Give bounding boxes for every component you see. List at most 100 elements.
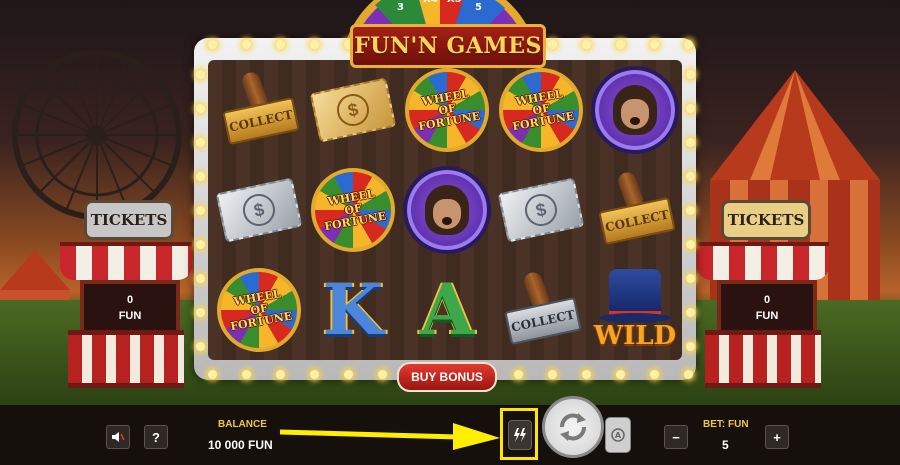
spin-button[interactable] [542, 396, 604, 458]
collect-label: COLLECT [504, 296, 582, 346]
turbo-button[interactable] [508, 420, 532, 450]
chimp-chip-icon [403, 166, 491, 254]
marquee-bulb [276, 40, 285, 49]
marquee-bulb [686, 70, 695, 79]
collect-label: COLLECT [222, 96, 300, 146]
silver-ticket-icon: $ [215, 177, 303, 243]
booth-roof [60, 242, 192, 280]
marquee-bulb [686, 308, 695, 317]
reel-cell [400, 160, 494, 260]
refresh-arrows-icon [560, 413, 586, 441]
marquee-bulb [548, 370, 557, 379]
wheel-of-fortune-label: WHEEL OF FORTUNE [511, 87, 575, 134]
ticket-count: 0 [126, 294, 134, 306]
marquee-bulb [276, 370, 285, 379]
marquee-bulb [208, 370, 217, 379]
bet-increase-button[interactable]: + [765, 425, 789, 449]
wheel-of-fortune-icon: WHEEL OF FORTUNE [499, 68, 583, 152]
dollar-sign: $ [522, 191, 560, 229]
reel-cell: WHEEL OF FORTUNE [212, 260, 306, 360]
marquee-bulb [242, 370, 251, 379]
reel-cell: WHEEL OF FORTUNE [306, 160, 400, 260]
letter-k-symbol: K [322, 268, 384, 351]
marquee-bulb [196, 274, 205, 283]
ticket-unit: FUN [118, 310, 142, 322]
chimp-chip-icon [591, 66, 679, 154]
collect-label: COLLECT [598, 196, 676, 246]
marquee-bulb [310, 370, 319, 379]
reel-cell: K [306, 260, 400, 360]
wheel-of-fortune-icon: WHEEL OF FORTUNE [217, 268, 301, 352]
wheel-label: 5 [475, 2, 482, 13]
marquee-bulb [514, 370, 523, 379]
marquee-bulb [242, 40, 251, 49]
speaker-muted-icon [112, 432, 125, 442]
gold-ticket-icon: $ [309, 77, 397, 143]
booth-window: 0 FUN [717, 280, 817, 336]
collect-stamp-icon: COLLECT [217, 68, 301, 152]
reel-cell: $ [212, 160, 306, 260]
marquee-bulb [686, 240, 695, 249]
booth-window: 0 FUN [80, 280, 180, 336]
dollar-sign: $ [334, 91, 372, 129]
silver-ticket-icon: $ [497, 177, 585, 243]
reel-cell [588, 60, 682, 160]
wheel-of-fortune-label: WHEEL OF FORTUNE [323, 187, 387, 234]
bet-label: BET: FUN [703, 419, 749, 430]
marquee-bulb [378, 370, 387, 379]
wheel-label: X4 [423, 0, 438, 5]
bet-value: 5 [722, 438, 729, 452]
booth-base [705, 330, 821, 388]
marquee-bulb [344, 370, 353, 379]
booth-sign: TICKETS [84, 200, 174, 240]
reel-cell: COLLECT [588, 160, 682, 260]
reel-cell: WHEEL OF FORTUNE [400, 60, 494, 160]
reel-cell: $ [494, 160, 588, 260]
ticket-unit: FUN [755, 310, 779, 322]
annotation-arrow-icon [279, 423, 500, 450]
wheel-label: 3 [397, 2, 404, 13]
game-logo: FUN'N GAMES [350, 24, 546, 68]
marquee-bulb [650, 370, 659, 379]
balance-value: 10 000 FUN [208, 438, 273, 452]
marquee-bulb [686, 274, 695, 283]
marquee-bulb [616, 40, 625, 49]
marquee-bulb [686, 206, 695, 215]
collect-stamp-icon: COLLECT [499, 268, 583, 352]
autoplay-button[interactable]: A [605, 417, 631, 453]
buy-bonus-button[interactable]: BUY BONUS [397, 362, 497, 392]
marquee-bulb [196, 172, 205, 181]
marquee-bulb [686, 104, 695, 113]
marquee-bulb [548, 40, 557, 49]
marquee-bulb [686, 138, 695, 147]
marquee-bulb [310, 40, 319, 49]
right-ticket-booth: TICKETS 0 FUN [697, 200, 829, 388]
marquee-bulb [582, 370, 591, 379]
reel-cell: WHEEL OF FORTUNE [494, 60, 588, 160]
marquee-bulb [686, 172, 695, 181]
booth-roof [697, 242, 829, 280]
marquee-bulb [196, 104, 205, 113]
booth-sign: TICKETS [721, 200, 811, 240]
reel-cell: $ [306, 60, 400, 160]
marquee-bulb [684, 370, 693, 379]
turbo-highlight [500, 408, 538, 460]
reel-cell: WILD [588, 260, 682, 360]
reel-cell: COLLECT [494, 260, 588, 360]
marquee-bulb [208, 40, 217, 49]
marquee-bulb [196, 342, 205, 351]
sound-toggle-button[interactable] [106, 425, 130, 449]
marquee-bulb [196, 138, 205, 147]
help-button[interactable]: ? [144, 425, 168, 449]
dollar-sign: $ [240, 191, 278, 229]
wild-hat-icon: WILD [593, 265, 677, 355]
wheel-of-fortune-label: WHEEL OF FORTUNE [229, 287, 293, 334]
booth-base [68, 330, 184, 388]
reel-grid: COLLECT $ WHEEL OF FORTUNE WHEEL OF FORT… [208, 60, 682, 360]
letter-a-symbol: A [419, 268, 475, 351]
marquee-bulb [196, 308, 205, 317]
bet-decrease-button[interactable]: − [664, 425, 688, 449]
wheel-of-fortune-icon: WHEEL OF FORTUNE [405, 68, 489, 152]
reel-cell: A [400, 260, 494, 360]
collect-stamp-icon: COLLECT [593, 168, 677, 252]
